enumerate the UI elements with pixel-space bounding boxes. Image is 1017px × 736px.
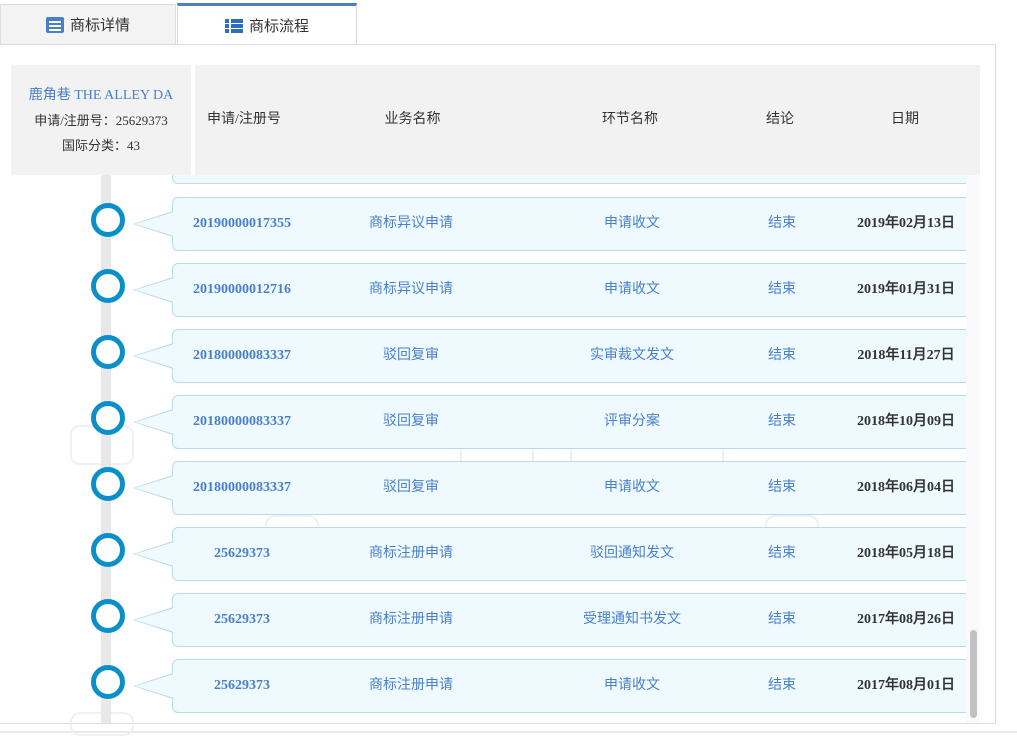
cell-step-name: 申请收文 [558, 660, 706, 712]
timeline-node-icon [91, 269, 125, 303]
cell-result: 结束 [743, 462, 821, 514]
cell-application-number: 20190000012716 [173, 264, 311, 316]
international-class: 国际分类：43 [11, 133, 191, 158]
cell-application-number: 25629373 [173, 528, 311, 580]
cell-date: 2019年01月31日 [849, 264, 963, 316]
cell-business-name: 商标注册申请 [349, 594, 473, 646]
cell-result: 结束 [743, 528, 821, 580]
table-row[interactable]: 20180000083337 驳回复审 评审分案结束 2018年10月09日 [172, 395, 970, 449]
cell-date: 2018年05月18日 [849, 528, 963, 580]
cell-business-name: 商标异议申请 [349, 198, 473, 250]
tab-bar: 商标详情 商标流程 [0, 0, 1017, 45]
tab-label: 商标详情 [70, 14, 130, 35]
cell-date: 2017年08月01日 [849, 660, 963, 712]
cell-application-number: 25629373 [173, 660, 311, 712]
cell-application-number: 25629373 [173, 594, 311, 646]
cell-step-name: 受理通知书发文 [558, 594, 706, 646]
cell-step-name: 驳回通知发文 [558, 528, 706, 580]
row-pointer [135, 410, 174, 434]
row-pointer [135, 476, 174, 500]
cell-step-name: 申请收文 [558, 198, 706, 250]
tab-trademark-details[interactable]: 商标详情 [0, 4, 176, 44]
cell-business-name: 商标注册申请 [349, 660, 473, 712]
timeline-node-icon [91, 401, 125, 435]
timeline-track [101, 175, 111, 723]
scrollbar[interactable] [966, 175, 980, 723]
cell-date: 2018年06月04日 [849, 462, 963, 514]
scrollbar-thumb[interactable] [970, 630, 977, 718]
cell-business-name: 驳回复审 [349, 330, 473, 382]
cell-date: 2018年10月09日 [849, 396, 963, 448]
cell-step-name: 申请收文 [558, 264, 706, 316]
row-pointer [135, 278, 174, 302]
cell-business-name: 驳回复审 [349, 462, 473, 514]
column-header-business: 业务名称 [365, 65, 460, 175]
trademark-name[interactable]: 鹿角巷 THE ALLEY DA [11, 83, 191, 108]
column-header-date: 日期 [860, 65, 950, 175]
previous-row-edge [172, 175, 970, 184]
cell-result: 结束 [743, 594, 821, 646]
tab-trademark-process[interactable]: 商标流程 [177, 3, 357, 45]
row-pointer [135, 542, 174, 566]
table-row[interactable]: 20180000083337 驳回复审 申请收文结束 2018年06月04日 [172, 461, 970, 515]
cell-result: 结束 [743, 330, 821, 382]
cell-application-number: 20180000083337 [173, 396, 311, 448]
divider [0, 731, 1017, 733]
column-header-step: 环节名称 [575, 65, 685, 175]
list-box-icon [46, 17, 64, 33]
tab-label: 商标流程 [249, 15, 309, 36]
cell-application-number: 20180000083337 [173, 330, 311, 382]
row-pointer [135, 674, 174, 698]
timeline-node-icon [91, 599, 125, 633]
cell-business-name: 商标注册申请 [349, 528, 473, 580]
cell-date: 2018年11月27日 [849, 330, 963, 382]
cell-result: 结束 [743, 264, 821, 316]
table-row[interactable]: 25629373 商标注册申请 受理通知书发文结束 2017年08月26日 [172, 593, 970, 647]
timeline-node-icon [91, 533, 125, 567]
row-pointer [135, 344, 174, 368]
cell-business-name: 驳回复审 [349, 396, 473, 448]
cell-application-number: 20190000017355 [173, 198, 311, 250]
registration-number: 申请/注册号：25629373 [11, 108, 191, 133]
timeline-node-icon [91, 665, 125, 699]
cell-step-name: 实审裁文发文 [558, 330, 706, 382]
cell-step-name: 申请收文 [558, 462, 706, 514]
table-row[interactable]: 20190000017355 商标异议申请 申请收文结束 2019年02月13日 [172, 197, 970, 251]
cell-date: 2017年08月26日 [849, 594, 963, 646]
cell-result: 结束 [743, 660, 821, 712]
column-header-number: 申请/注册号 [195, 65, 293, 175]
timeline-node-icon [91, 203, 125, 237]
row-pointer [135, 212, 174, 236]
cell-result: 结束 [743, 396, 821, 448]
cell-date: 2019年02月13日 [849, 198, 963, 250]
column-header-result: 结论 [750, 65, 810, 175]
cell-result: 结束 [743, 198, 821, 250]
row-pointer [135, 608, 174, 632]
cell-application-number: 20180000083337 [173, 462, 311, 514]
cell-business-name: 商标异议申请 [349, 264, 473, 316]
trademark-summary: 鹿角巷 THE ALLEY DA 申请/注册号：25629373 国际分类：43 [11, 65, 191, 175]
table-row[interactable]: 25629373 商标注册申请 驳回通知发文结束 2018年05月18日 [172, 527, 970, 581]
table-row[interactable]: 20180000083337 驳回复审 实审裁文发文结束 2018年11月27日 [172, 329, 970, 383]
timeline-node-icon [91, 335, 125, 369]
cell-step-name: 评审分案 [558, 396, 706, 448]
table-row[interactable]: 25629373 商标注册申请 申请收文结束 2017年08月01日 [172, 659, 970, 713]
timeline-node-icon [91, 467, 125, 501]
table-row[interactable]: 20190000012716 商标异议申请 申请收文结束 2019年01月31日 [172, 263, 970, 317]
list-icon [225, 18, 243, 34]
table-header: 申请/注册号 业务名称 环节名称 结论 日期 [195, 65, 980, 175]
